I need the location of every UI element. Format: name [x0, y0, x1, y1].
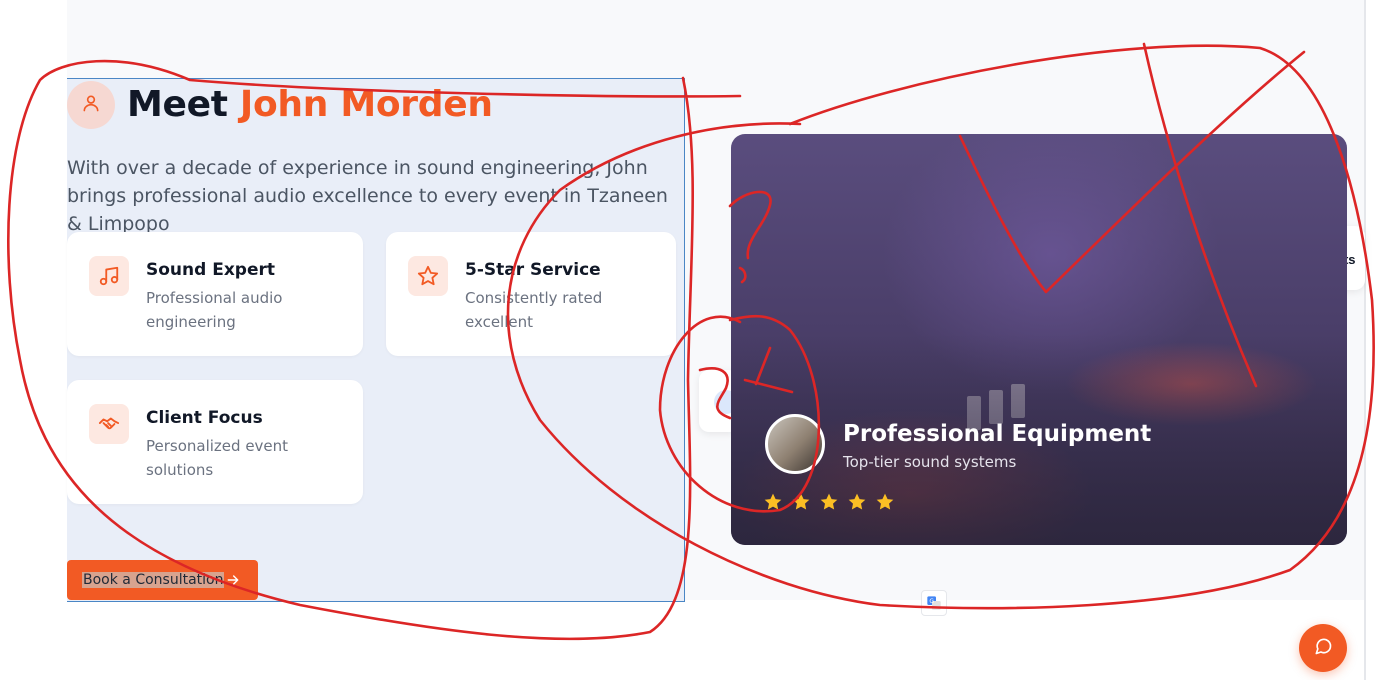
intro-text: With over a decade of experience in soun… — [67, 157, 668, 235]
feature-description: Personalized event solutions — [146, 437, 289, 479]
chat-button[interactable] — [1299, 624, 1347, 672]
star-icon — [408, 256, 448, 296]
star-icon — [792, 493, 810, 510]
title-prefix: Meet — [127, 84, 228, 125]
cta-label: Book a Consultation — [82, 572, 225, 588]
feature-title: Client Focus — [146, 408, 263, 428]
feature-title: 5-Star Service — [465, 260, 601, 280]
arrow-right-icon — [225, 572, 241, 591]
handshake-icon — [89, 404, 129, 444]
hero-subtitle: Top-tier sound systems — [843, 453, 1017, 471]
scrollbar[interactable] — [1364, 0, 1366, 680]
star-icon — [876, 493, 894, 510]
star-icon — [848, 493, 866, 510]
feature-card-client-focus: Client Focus Personalized event solution… — [67, 380, 363, 504]
feature-card-sound-expert: Sound Expert Professional audio engineer… — [67, 232, 363, 356]
feature-description: Professional audio engineering — [146, 289, 283, 331]
music-note-icon — [89, 256, 129, 296]
feature-description: Consistently rated excellent — [465, 289, 603, 331]
translate-icon[interactable]: G — [921, 590, 947, 616]
user-icon — [81, 93, 101, 118]
star-icon — [764, 493, 782, 510]
star-icon — [820, 493, 838, 510]
feature-card-five-star: 5-Star Service Consistently rated excell… — [386, 232, 676, 356]
profile-badge — [67, 81, 115, 129]
book-consultation-button[interactable]: Book a Consultation — [67, 560, 258, 600]
hero-image-card: Professional Equipment Top-tier sound sy… — [731, 134, 1347, 545]
page-title: Meet John Morden — [127, 84, 493, 125]
feature-title: Sound Expert — [146, 260, 276, 280]
svg-text:G: G — [929, 598, 934, 605]
title-name: John Morden — [239, 84, 493, 125]
hero-title: Professional Equipment — [843, 421, 1152, 447]
equipment-avatar — [765, 414, 825, 474]
chat-bubble-icon — [1313, 636, 1333, 661]
star-rating — [763, 492, 895, 512]
